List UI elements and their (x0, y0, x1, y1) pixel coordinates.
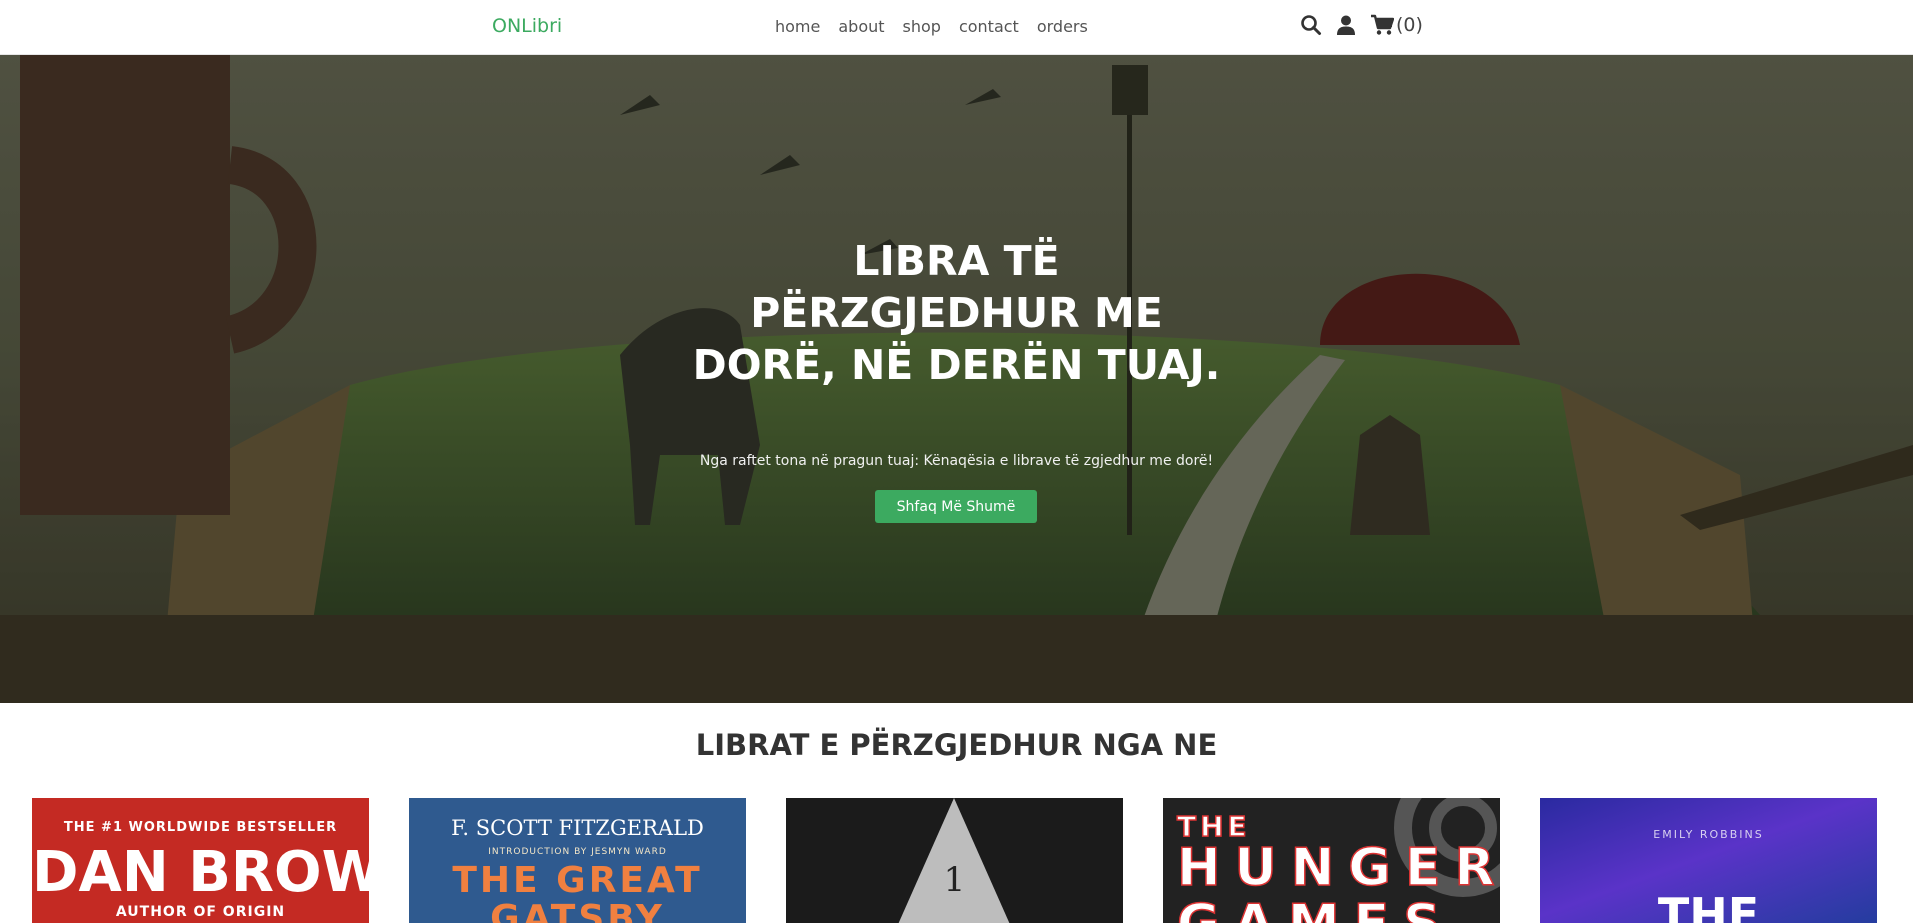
book-card[interactable]: THE HUNGER GAMES (1163, 798, 1500, 923)
user-icon[interactable] (1336, 14, 1356, 36)
cart-button[interactable]: (0) (1370, 14, 1423, 36)
book-title-line-3: GAMES (1176, 893, 1455, 923)
main-nav: home about shop contact orders (775, 17, 1088, 36)
cart-icon (1370, 14, 1394, 36)
cart-count: (0) (1396, 14, 1423, 36)
book-card[interactable]: THE #1 WORLDWIDE BESTSELLER DAN BROWN AU… (32, 798, 369, 923)
book-author: F. SCOTT FITZGERALD (451, 816, 704, 840)
book-card[interactable]: EMILY ROBBINS THE (1540, 798, 1877, 923)
hero-banner: LIBRA TË PËRZGJEDHUR ME DORË, NË DERËN T… (0, 55, 1913, 703)
featured-books: THE #1 WORLDWIDE BESTSELLER DAN BROWN AU… (32, 798, 1877, 923)
book-subtitle: AUTHOR OF ORIGIN (115, 904, 286, 920)
header-icons: (0) (1300, 14, 1423, 36)
book-card[interactable]: F. SCOTT FITZGERALD INTRODUCTION BY JESM… (409, 798, 746, 923)
search-icon[interactable] (1300, 14, 1322, 36)
hero-subtitle: Nga raftet tona në pragun tuaj: Kënaqësi… (699, 453, 1214, 469)
book-card[interactable]: 1 (786, 798, 1123, 923)
nav-shop[interactable]: shop (903, 17, 941, 36)
book-author: EMILY ROBBINS (1653, 828, 1764, 841)
featured-section-title: LIBRAT E PËRZGJEDHUR NGA NE (695, 728, 1218, 762)
hero-title: LIBRA TË PËRZGJEDHUR ME DORË, NË DERËN T… (692, 237, 1221, 389)
book-author: DAN BROWN (32, 840, 369, 905)
nav-home[interactable]: home (775, 17, 820, 36)
book-title-line-2: HUNGER (1176, 837, 1500, 899)
book-number: 1 (943, 860, 966, 900)
logo-link[interactable]: ONLibri (492, 15, 562, 37)
site-header: ONLibri home about shop contact orders (… (0, 0, 1913, 55)
show-more-button[interactable]: Shfaq Më Shumë (875, 490, 1037, 523)
nav-about[interactable]: about (838, 17, 884, 36)
book-tagline: THE #1 WORLDWIDE BESTSELLER (63, 820, 338, 835)
book-title: THE (1657, 888, 1760, 923)
book-title: THE GREAT (452, 860, 703, 901)
book-title-2: GATSBY (490, 898, 665, 923)
book-intro: INTRODUCTION BY JESMYN WARD (488, 847, 667, 857)
nav-contact[interactable]: contact (959, 17, 1019, 36)
nav-orders[interactable]: orders (1037, 17, 1088, 36)
